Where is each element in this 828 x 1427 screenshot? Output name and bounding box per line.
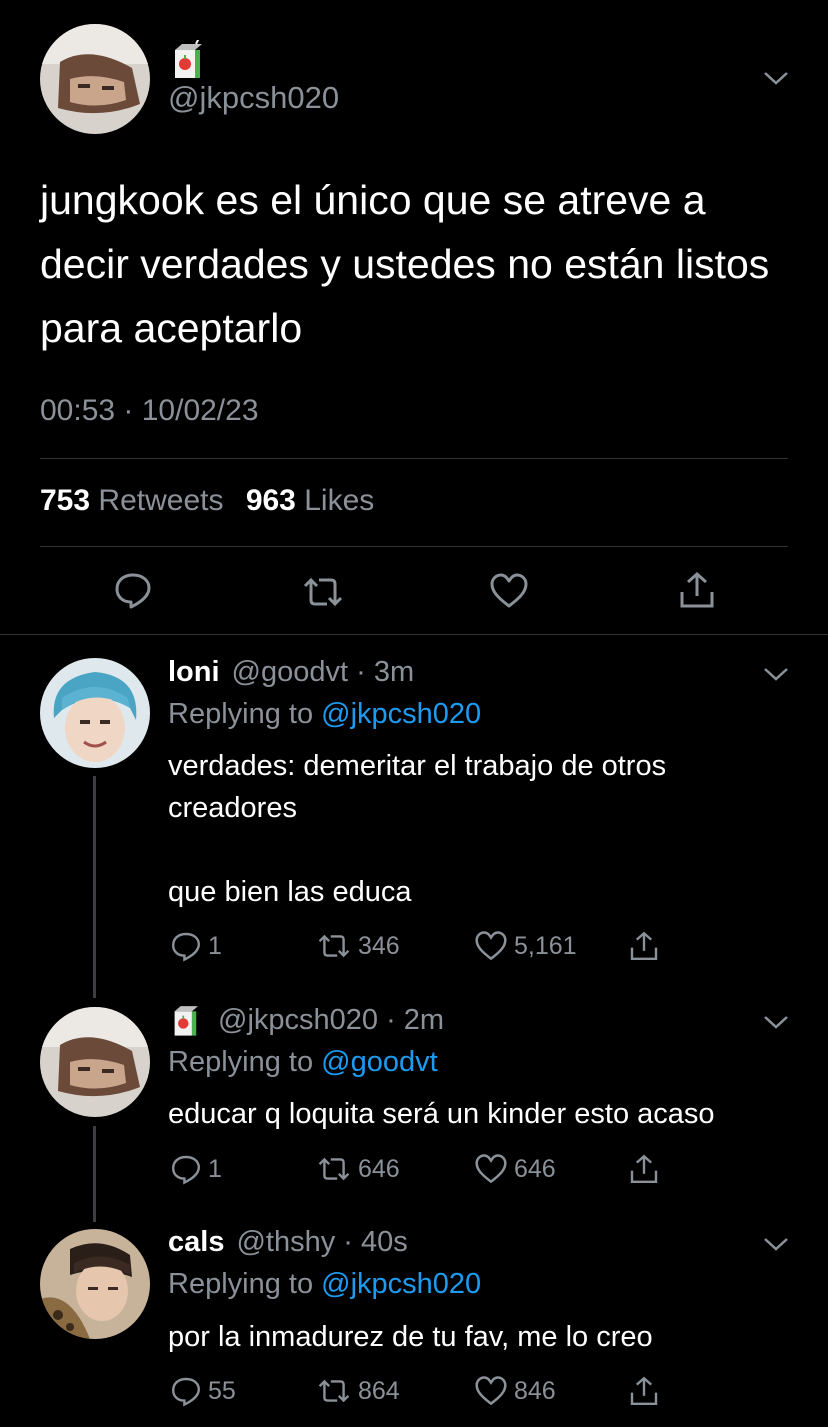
share-icon[interactable] [628, 1375, 660, 1407]
retweet-count: 646 [358, 1154, 400, 1183]
retweet-count: 346 [358, 931, 400, 960]
retweets-count[interactable]: 753 [40, 484, 90, 517]
reply-icon [171, 932, 201, 962]
reply-count: 1 [208, 931, 222, 960]
retweet-icon [318, 1157, 350, 1181]
main-tweet-text: jungkook es el único que se atreve a dec… [40, 177, 770, 351]
reply-action-like[interactable]: 846 [474, 1375, 556, 1407]
like-count: 846 [514, 1376, 556, 1405]
divider [40, 458, 788, 459]
reply-handle[interactable]: @thshy · 40s [236, 1226, 407, 1258]
retweet-icon [318, 934, 350, 958]
reply-icon [171, 1377, 201, 1407]
chevron-down-icon[interactable] [763, 1014, 789, 1030]
like-icon[interactable] [489, 572, 529, 610]
reply-action-retweet[interactable]: 646 [316, 1153, 400, 1185]
reply-text: verdades: demeritar el trabajo de otros … [168, 745, 798, 913]
reply-text: educar q loquita será un kinder esto aca… [168, 1093, 808, 1135]
reply-header: @jkpcsh020 · 2m [218, 1004, 444, 1037]
reply-text-line: verdades: demeritar el trabajo de otros [168, 750, 667, 782]
chevron-down-icon[interactable] [763, 70, 789, 86]
reply-display-name[interactable]: cals [168, 1226, 224, 1258]
replying-to-prefix: Replying to [168, 1046, 322, 1078]
thread-line [93, 776, 96, 998]
reply-avatar[interactable] [40, 1007, 150, 1117]
chevron-down-icon[interactable] [763, 1236, 789, 1252]
reply-header: cals @thshy · 40s [168, 1226, 408, 1259]
reply-action-like[interactable]: 5,161 [474, 930, 577, 962]
replying-to-prefix: Replying to [168, 698, 322, 730]
reply-handle[interactable]: @goodvt · 3m [232, 656, 415, 688]
share-icon[interactable] [628, 930, 660, 962]
reply-action-retweet[interactable]: 864 [316, 1375, 400, 1407]
reply-action-retweet[interactable]: 346 [316, 930, 400, 962]
likes-count[interactable]: 963 [246, 484, 296, 517]
reply-icon [171, 1155, 201, 1185]
reply-avatar[interactable] [40, 1229, 150, 1339]
reply-action-reply[interactable]: 55 [170, 1375, 236, 1407]
juice-box-icon [174, 1006, 198, 1036]
tweet-stats: 753 Retweets 963 Likes [40, 484, 388, 518]
reply-icon[interactable] [113, 570, 153, 610]
replying-to-link[interactable]: @jkpcsh020 [321, 698, 481, 730]
reply-text-line: creadores [168, 792, 297, 824]
replying-to: Replying to @jkpcsh020 [168, 698, 481, 731]
retweet-icon[interactable] [301, 572, 345, 612]
like-count: 5,161 [514, 931, 577, 960]
reply-header: loni @goodvt · 3m [168, 656, 414, 689]
reply-action-reply[interactable]: 1 [170, 930, 222, 962]
reply-count: 55 [208, 1376, 236, 1405]
main-avatar[interactable] [40, 24, 150, 134]
reply-action-like[interactable]: 646 [474, 1153, 556, 1185]
main-timestamp: 00:53 · 10/02/23 [40, 394, 259, 427]
reply-handle[interactable]: @jkpcsh020 · 2m [218, 1004, 444, 1036]
replying-to-link[interactable]: @jkpcsh020 [321, 1268, 481, 1300]
reply-avatar[interactable] [40, 658, 150, 768]
reply-text-line: que bien las educa [168, 876, 412, 908]
reply-count: 1 [208, 1154, 222, 1183]
likes-label[interactable]: Likes [304, 484, 374, 517]
like-icon [475, 1376, 507, 1406]
retweets-label[interactable]: Retweets [98, 484, 223, 517]
retweet-icon [318, 1379, 350, 1403]
like-count: 646 [514, 1154, 556, 1183]
reply-text: por la inmadurez de tu fav, me lo creo [168, 1316, 798, 1358]
reply-text-line: educar q loquita será un kinder esto aca… [168, 1098, 715, 1130]
like-icon [475, 931, 507, 961]
replying-to: Replying to @jkpcsh020 [168, 1268, 481, 1301]
divider [0, 634, 828, 635]
retweet-count: 864 [358, 1376, 400, 1405]
share-icon[interactable] [628, 1153, 660, 1185]
replying-to-prefix: Replying to [168, 1268, 322, 1300]
main-handle[interactable]: @jkpcsh020 [168, 80, 339, 116]
divider [40, 546, 788, 547]
thread-line [93, 1126, 96, 1222]
replying-to: Replying to @goodvt [168, 1046, 438, 1079]
reply-display-name[interactable]: loni [168, 656, 220, 688]
reply-text-line: por la inmadurez de tu fav, me lo creo [168, 1321, 653, 1353]
like-icon [475, 1154, 507, 1184]
replying-to-link[interactable]: @goodvt [321, 1046, 438, 1078]
chevron-down-icon[interactable] [763, 666, 789, 682]
share-icon[interactable] [677, 570, 717, 610]
reply-action-reply[interactable]: 1 [170, 1153, 222, 1185]
juice-box-icon [175, 40, 202, 78]
